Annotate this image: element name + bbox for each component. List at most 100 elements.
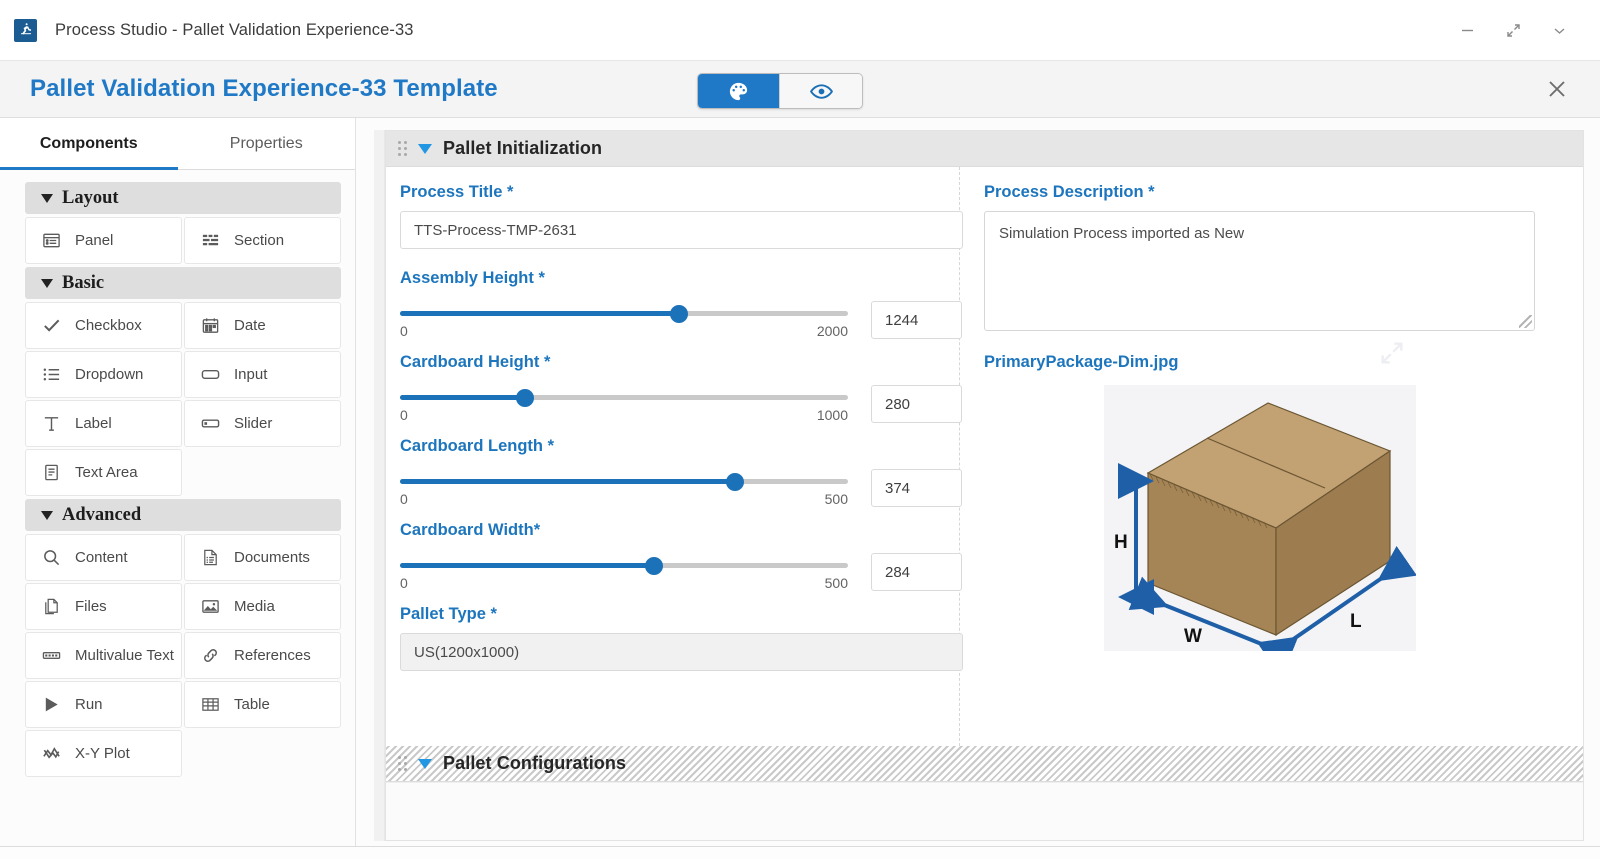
cardboard-length-slider[interactable]: 0 500 (400, 465, 848, 507)
process-title-label: Process Title * (400, 183, 943, 202)
palette-item-xy-plot[interactable]: X-Y Plot (25, 730, 182, 777)
palette-item-panel-label: Panel (75, 232, 114, 249)
palette-item-date[interactable]: Date (184, 302, 341, 349)
slider-track[interactable] (400, 472, 848, 491)
palette-item-content[interactable]: Content (25, 534, 182, 581)
palette-item-date-label: Date (234, 317, 266, 334)
process-description-textarea[interactable]: Simulation Process imported as New (984, 211, 1535, 331)
process-title-label-text: Process Title (400, 183, 503, 201)
slider-track[interactable] (400, 556, 848, 575)
palette-item-label[interactable]: Label (25, 400, 182, 447)
assembly-height-label: Assembly Height * (400, 269, 943, 288)
palette-group-basic[interactable]: Basic (25, 267, 341, 299)
files-icon (41, 596, 62, 617)
palette-item-text-area-label: Text Area (75, 464, 138, 481)
chevron-down-icon[interactable] (418, 758, 432, 769)
cardboard-height-label-text: Cardboard Height (400, 353, 540, 371)
slider-min-label: 0 (400, 407, 408, 423)
design-mode-button[interactable] (698, 74, 780, 108)
palette-item-input[interactable]: Input (184, 351, 341, 398)
slider-thumb[interactable] (669, 304, 688, 323)
palette-item-multivalue-text-label: Multivalue Text (75, 647, 174, 664)
calendar-icon (200, 315, 221, 336)
chevron-down-icon[interactable] (1536, 10, 1582, 50)
section-title: Pallet Configurations (443, 753, 627, 773)
palette-item-panel[interactable]: Panel (25, 217, 182, 264)
palette-item-run[interactable]: Run (25, 681, 182, 728)
palette-item-input-label: Input (234, 366, 268, 383)
cardboard-box-diagram: H W L (1114, 402, 1418, 673)
section-header-pallet-configurations[interactable]: Pallet Configurations (386, 746, 1583, 782)
expand-image-icon[interactable] (1378, 339, 1406, 367)
minimize-icon[interactable] (1444, 10, 1490, 50)
slider-thumb[interactable] (645, 556, 664, 575)
palette-item-references[interactable]: References (184, 632, 341, 679)
palette-item-files[interactable]: Files (25, 583, 182, 630)
pallet-type-select[interactable]: US(1200x1000) (400, 633, 963, 671)
palette-item-table[interactable]: Table (184, 681, 341, 728)
close-icon[interactable] (1540, 72, 1574, 106)
palette-item-text-area[interactable]: Text Area (25, 449, 182, 496)
cardboard-width-value-input[interactable]: 284 (871, 553, 962, 591)
slider-max-label: 1000 (816, 407, 848, 423)
palette-group-advanced-items: Content Documents Files Media Multivalue… (25, 534, 341, 777)
form-column-right: Process Description * Simulation Process… (960, 167, 1583, 746)
component-palette: Layout Panel Section Basic Checkbox Date… (0, 170, 355, 859)
cardboard-width-slider[interactable]: 0 500 (400, 549, 848, 591)
list-icon (41, 364, 62, 385)
slider-track[interactable] (400, 304, 848, 323)
drag-handle-icon[interactable] (398, 141, 407, 156)
drag-handle-icon[interactable] (398, 756, 407, 771)
section-header-pallet-initialization[interactable]: Pallet Initialization (386, 131, 1583, 167)
expand-icon[interactable] (1490, 10, 1536, 50)
slider-fill (400, 311, 679, 316)
slider-max-label: 2000 (816, 323, 848, 339)
slider-thumb[interactable] (516, 388, 535, 407)
palette-item-slider[interactable]: Slider (184, 400, 341, 447)
xy-plot-icon (41, 743, 62, 764)
slider-track[interactable] (400, 388, 848, 407)
media-file-label: PrimaryPackage-Dim.jpg (984, 353, 1179, 371)
palette-item-media[interactable]: Media (184, 583, 341, 630)
table-icon (200, 694, 221, 715)
form-canvas: Pallet Initialization Process Title * TT… (356, 118, 1600, 859)
palette-item-multivalue-text[interactable]: Multivalue Text (25, 632, 182, 679)
cardboard-width-row: 0 500 284 (400, 549, 962, 591)
cardboard-height-label: Cardboard Height * (400, 353, 943, 372)
palette-item-checkbox[interactable]: Checkbox (25, 302, 182, 349)
workspace: Components Properties Layout Panel Secti… (0, 118, 1600, 859)
tab-components[interactable]: Components (0, 118, 178, 170)
palette-item-section[interactable]: Section (184, 217, 341, 264)
canvas-vertical-scrollbar[interactable] (374, 130, 385, 841)
cardboard-length-value-input[interactable]: 374 (871, 469, 962, 507)
palette-item-documents[interactable]: Documents (184, 534, 341, 581)
chevron-down-icon[interactable] (418, 143, 432, 154)
cardboard-length-value: 374 (885, 479, 911, 497)
slider-thumb[interactable] (726, 472, 745, 491)
palette-item-label-label: Label (75, 415, 112, 432)
palette-group-advanced[interactable]: Advanced (25, 499, 341, 531)
cardboard-length-row: 0 500 374 (400, 465, 962, 507)
palette-item-dropdown[interactable]: Dropdown (25, 351, 182, 398)
dimension-label-l: L (1350, 611, 1362, 632)
assembly-height-slider[interactable]: 0 2000 (400, 297, 848, 339)
palette-group-layout[interactable]: Layout (25, 182, 341, 214)
mode-toggle-group (697, 73, 863, 109)
process-title-value: TTS-Process-TMP-2631 (414, 221, 577, 239)
cardboard-height-value-input[interactable]: 280 (871, 385, 962, 423)
assembly-height-value-input[interactable]: 1244 (871, 301, 962, 339)
media-preview[interactable]: H W L (1104, 342, 1418, 673)
preview-mode-button[interactable] (780, 74, 862, 108)
dimension-label-w: W (1184, 626, 1202, 647)
cardboard-height-slider[interactable]: 0 1000 (400, 381, 848, 423)
process-title-input[interactable]: TTS-Process-TMP-2631 (400, 211, 963, 249)
tab-properties[interactable]: Properties (178, 118, 356, 169)
caret-down-icon (41, 510, 53, 520)
slider-scale: 0 500 (400, 575, 848, 591)
process-description-label: Process Description * (984, 183, 1567, 202)
input-icon (200, 364, 221, 385)
cardboard-width-label: Cardboard Width* (400, 521, 943, 540)
required-mark: * (507, 183, 514, 201)
cardboard-width-label-text: Cardboard Width (400, 521, 534, 539)
resize-handle-icon[interactable] (1519, 315, 1532, 328)
